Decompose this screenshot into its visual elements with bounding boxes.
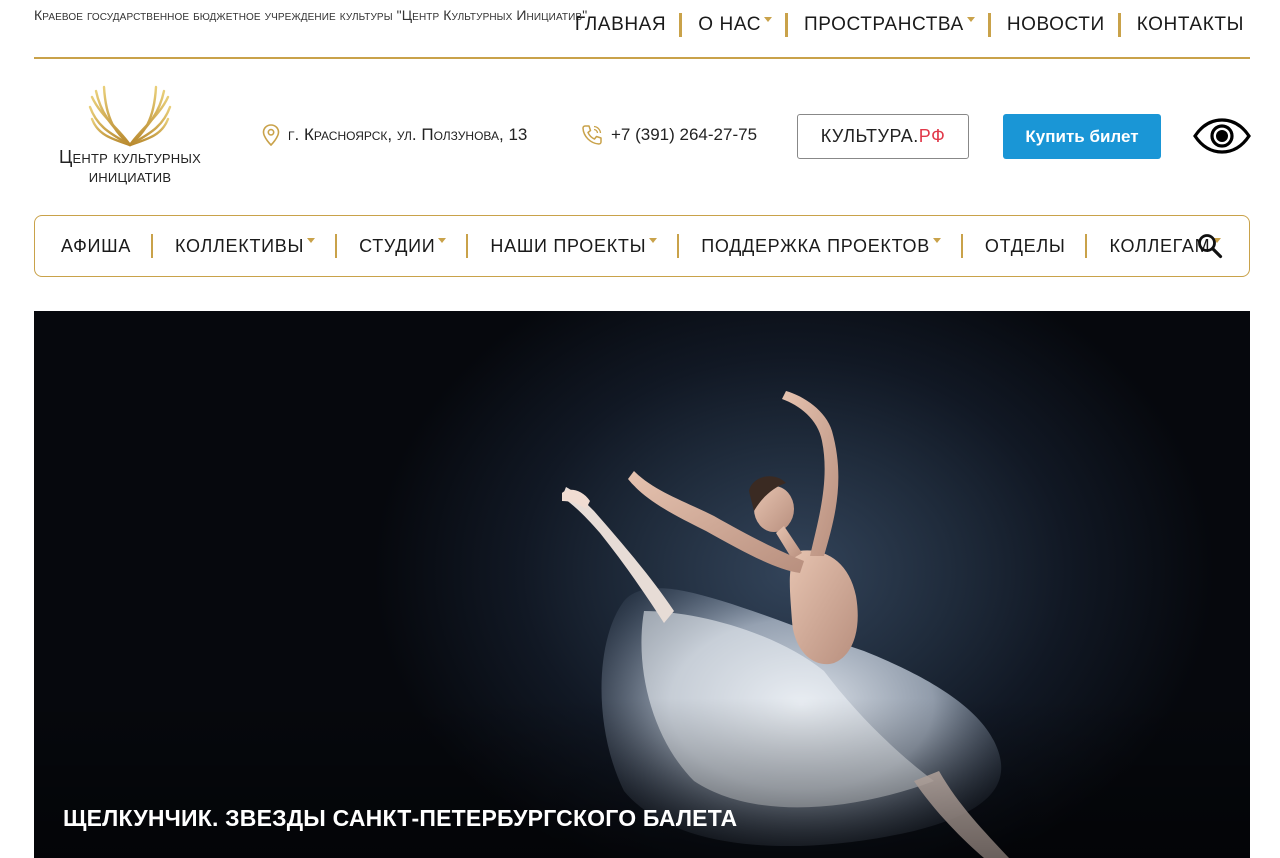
address: г. Красноярск, ул. Ползунова, 13 bbox=[262, 124, 527, 146]
nav-item-our-projects[interactable]: НАШИ ПРОЕКТЫ bbox=[468, 234, 680, 258]
nav-item-departments[interactable]: ОТДЕЛЫ bbox=[963, 234, 1088, 258]
search-icon[interactable] bbox=[1197, 233, 1223, 259]
caret-down-icon bbox=[932, 237, 941, 243]
nav-label: СТУДИИ bbox=[359, 235, 436, 256]
phone-icon bbox=[581, 124, 603, 146]
nav-item-collectives[interactable]: КОЛЛЕКТИВЫ bbox=[153, 234, 338, 258]
caret-down-icon bbox=[764, 16, 773, 22]
site-logo[interactable]: Центр культурных инициатив bbox=[40, 85, 220, 189]
caret-down-icon bbox=[966, 16, 975, 22]
address-text: г. Красноярск, ул. Ползунова, 13 bbox=[288, 125, 528, 144]
kultura-rf-button[interactable]: КУЛЬТУРА. РФ bbox=[797, 114, 969, 159]
top-nav-news[interactable]: НОВОСТИ bbox=[991, 11, 1121, 39]
kultura-rf-label: РФ bbox=[918, 126, 946, 146]
eye-icon[interactable] bbox=[1193, 118, 1251, 154]
org-name: Краевое государственное бюджетное учрежд… bbox=[34, 7, 588, 23]
hero-title[interactable]: ЩЕЛКУНЧИК. ЗВЕЗДЫ САНКТ-ПЕТЕРБУРГСКОГО Б… bbox=[63, 805, 737, 832]
top-nav-label: КОНТАКТЫ bbox=[1136, 14, 1244, 35]
nav-label: ПОДДЕРЖКА ПРОЕКТОВ bbox=[701, 235, 930, 256]
main-nav: АФИША КОЛЛЕКТИВЫ СТУДИИ НАШИ ПРОЕКТЫ ПОД… bbox=[34, 215, 1250, 277]
top-nav-label: ГЛАВНАЯ bbox=[574, 14, 667, 35]
phone[interactable]: +7 (391) 264-27-75 bbox=[581, 124, 757, 146]
logo-line-2: инициатив bbox=[88, 166, 172, 186]
map-pin-icon bbox=[262, 124, 280, 146]
hero-banner[interactable]: ЩЕЛКУНЧИК. ЗВЕЗДЫ САНКТ-ПЕТЕРБУРГСКОГО Б… bbox=[34, 311, 1250, 858]
top-nav-label: О НАС bbox=[698, 14, 762, 35]
nav-label: АФИША bbox=[61, 235, 132, 256]
top-nav-label: НОВОСТИ bbox=[1006, 14, 1105, 35]
top-nav: ГЛАВНАЯ О НАС ПРОСТРАНСТВА НОВОСТИ КОНТА… bbox=[559, 11, 1244, 39]
nav-item-studios[interactable]: СТУДИИ bbox=[337, 234, 469, 258]
nav-label: НАШИ ПРОЕКТЫ bbox=[490, 235, 647, 256]
top-nav-label: ПРОСТРАНСТВА bbox=[804, 14, 964, 35]
phone-text: +7 (391) 264-27-75 bbox=[611, 125, 758, 144]
top-nav-about[interactable]: О НАС bbox=[682, 11, 788, 39]
top-bar: Краевое государственное бюджетное учрежд… bbox=[34, 0, 1250, 59]
nav-label: КОЛЛЕГАМ bbox=[1109, 235, 1211, 256]
buy-ticket-button[interactable]: Купить билет bbox=[1003, 114, 1161, 159]
top-nav-home[interactable]: ГЛАВНАЯ bbox=[559, 11, 683, 39]
wings-logo-icon bbox=[88, 85, 172, 147]
nav-item-afisha[interactable]: АФИША bbox=[39, 234, 154, 258]
nav-label: КОЛЛЕКТИВЫ bbox=[175, 235, 305, 256]
nav-label: ОТДЕЛЫ bbox=[984, 235, 1066, 256]
caret-down-icon bbox=[307, 237, 316, 243]
logo-line-1: Центр культурных bbox=[59, 147, 201, 167]
kultura-label: КУЛЬТУРА. bbox=[820, 126, 919, 146]
nav-item-project-support[interactable]: ПОДДЕРЖКА ПРОЕКТОВ bbox=[679, 234, 963, 258]
logo-text: Центр культурных инициатив bbox=[40, 148, 220, 186]
caret-down-icon bbox=[649, 237, 658, 243]
hero-overlay bbox=[34, 698, 1250, 858]
top-nav-spaces[interactable]: ПРОСТРАНСТВА bbox=[788, 11, 991, 39]
caret-down-icon bbox=[438, 237, 447, 243]
top-nav-contacts[interactable]: КОНТАКТЫ bbox=[1121, 11, 1244, 39]
